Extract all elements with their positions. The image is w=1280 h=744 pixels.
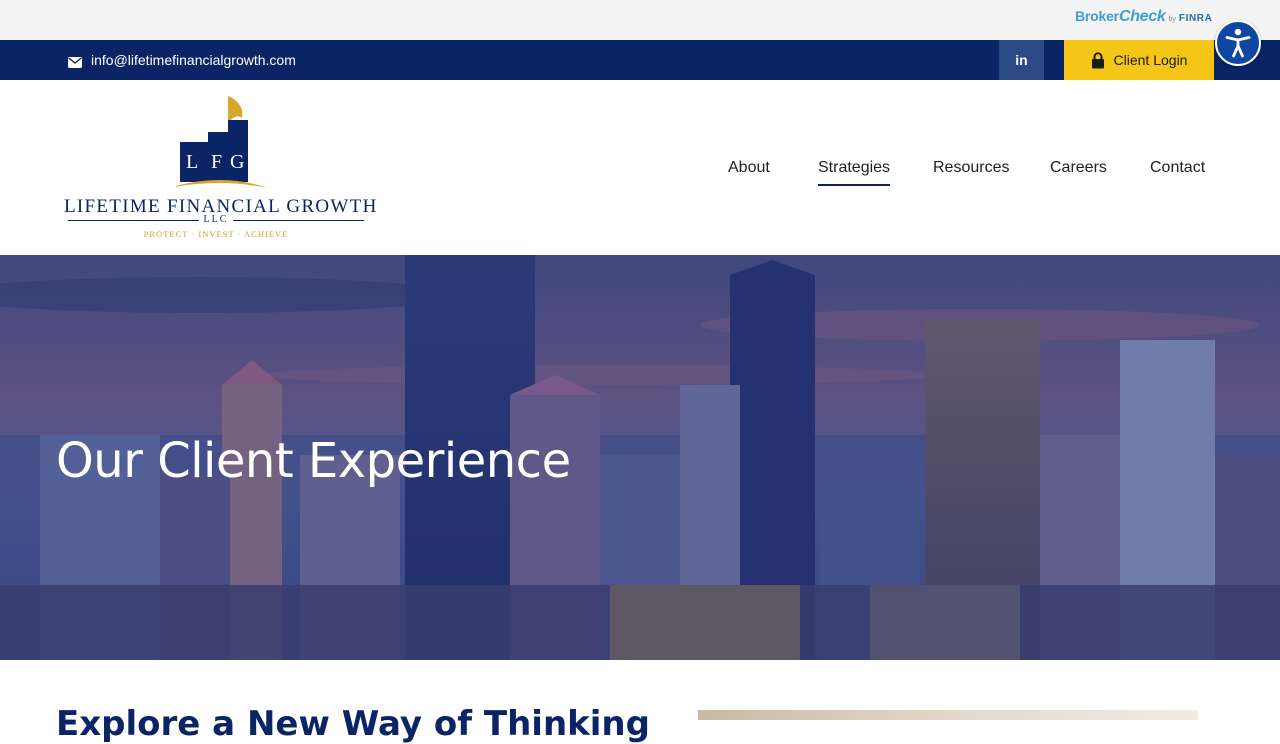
hero-title: Our Client Experience bbox=[56, 433, 571, 489]
monogram-g: G bbox=[230, 151, 244, 173]
site-header: L F G LIFETIME FINANCIAL GROWTH LLC PROT… bbox=[0, 80, 1280, 255]
top-contact-bar: info@lifetimefinancialgrowth.com in Clie… bbox=[0, 40, 1280, 80]
lock-icon bbox=[1091, 51, 1105, 69]
email-link[interactable]: info@lifetimefinancialgrowth.com bbox=[68, 40, 296, 80]
monogram-l: L bbox=[186, 151, 198, 173]
accessibility-icon bbox=[1225, 28, 1251, 58]
nav-strategies[interactable]: Strategies bbox=[818, 159, 891, 186]
accessibility-button[interactable] bbox=[1215, 20, 1261, 66]
email-address: info@lifetimefinancialgrowth.com bbox=[91, 52, 296, 68]
brokercheck-brand-1: Broker bbox=[1075, 8, 1119, 24]
nav-resources[interactable]: Resources bbox=[933, 159, 1009, 177]
hero-banner: Our Client Experience bbox=[0, 255, 1280, 660]
brokercheck-link[interactable]: Broker Check by FINRA bbox=[1075, 8, 1212, 30]
finra-label: FINRA bbox=[1178, 13, 1213, 24]
linkedin-icon: in bbox=[1015, 52, 1028, 68]
lfg-emblem: L F G bbox=[176, 96, 266, 188]
client-login-button[interactable]: Client Login bbox=[1064, 40, 1214, 80]
client-login-label: Client Login bbox=[1113, 52, 1188, 68]
logo-llc: LLC bbox=[64, 214, 368, 225]
site-logo[interactable]: L F G LIFETIME FINANCIAL GROWTH LLC PROT… bbox=[64, 94, 376, 244]
section-heading: Explore a New Way of Thinking bbox=[56, 704, 650, 744]
nav-contact[interactable]: Contact bbox=[1150, 159, 1205, 177]
envelope-icon bbox=[68, 55, 82, 68]
nav-careers[interactable]: Careers bbox=[1050, 159, 1107, 177]
brokercheck-bar: Broker Check by FINRA bbox=[0, 0, 1280, 40]
nav-about[interactable]: About bbox=[728, 159, 770, 177]
brokercheck-by: by bbox=[1168, 16, 1176, 23]
logo-llc-text: LLC bbox=[198, 214, 234, 225]
linkedin-button[interactable]: in bbox=[999, 40, 1044, 80]
content-photo bbox=[698, 710, 1198, 720]
brokercheck-brand-2: Check bbox=[1118, 8, 1166, 25]
monogram-f: F bbox=[211, 151, 222, 173]
logo-tagline: PROTECT · INVEST · ACHIEVE bbox=[143, 229, 289, 239]
